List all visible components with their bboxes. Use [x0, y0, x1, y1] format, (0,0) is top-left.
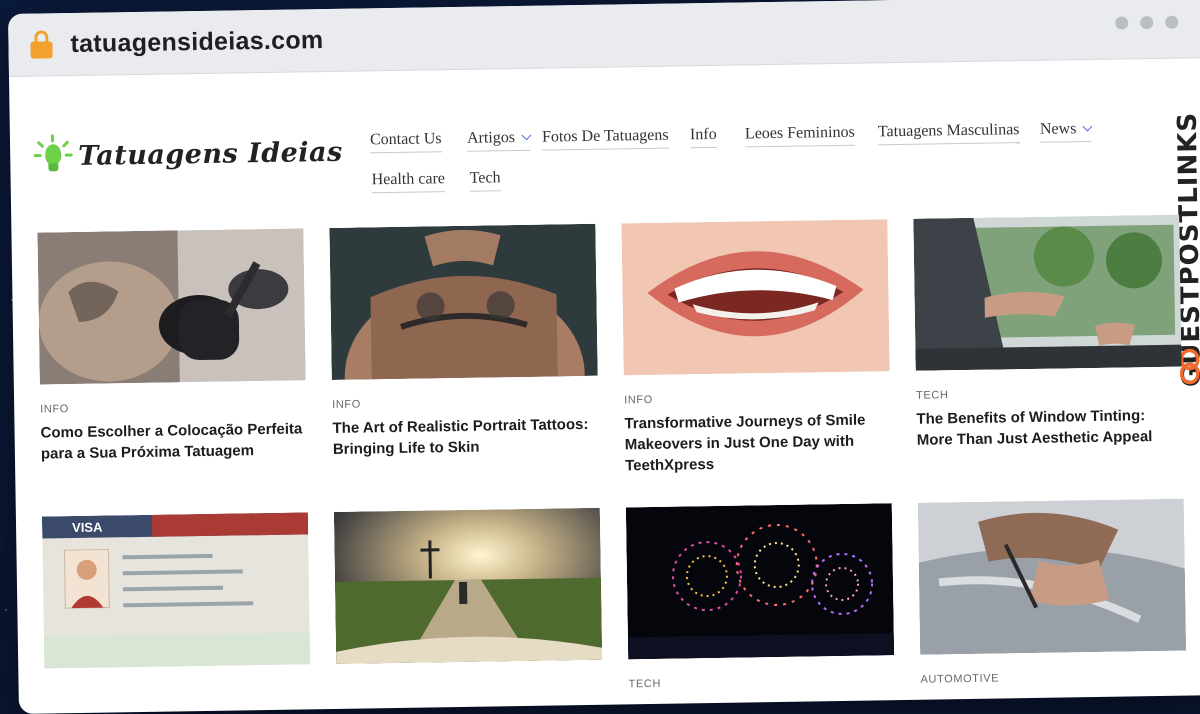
article-image[interactable]	[621, 219, 890, 376]
article-category[interactable]: AUTOMOTIVE	[920, 670, 1186, 686]
window-dot-icon[interactable]	[1165, 15, 1179, 29]
article-card[interactable]: VISA	[41, 512, 311, 687]
logo-text: Tatuagens Ideias	[77, 136, 343, 172]
chevron-down-icon	[1082, 121, 1093, 132]
article-card[interactable]	[333, 507, 603, 683]
article-image[interactable]	[625, 503, 895, 660]
url-text[interactable]: tatuagensideias.com	[70, 26, 323, 59]
nav-label: Leoes Femininos	[744, 123, 855, 143]
article-title[interactable]: The Art of Realistic Portrait Tattoos: B…	[332, 414, 599, 460]
article-category[interactable]: INFO	[40, 399, 306, 415]
nav-label: Tatuagens Masculinas	[877, 121, 1020, 141]
article-image[interactable]	[329, 223, 598, 380]
web-page: Tatuagens Ideias Contact Us Artigos Foto…	[9, 58, 1200, 714]
article-title[interactable]: Transformative Journeys of Smile Makeove…	[624, 409, 891, 476]
nav-item-info[interactable]: Info	[689, 125, 717, 149]
lock-icon	[30, 30, 53, 59]
nav-label: Contact Us	[369, 130, 442, 149]
main-nav: Contact Us Artigos Fotos De Tatuagens In…	[369, 99, 1130, 194]
site-logo[interactable]: Tatuagens Ideias	[33, 130, 343, 179]
article-title[interactable]	[337, 679, 603, 683]
nav-item-tech[interactable]: Tech	[469, 169, 501, 192]
article-card[interactable]: AUTOMOTIVE	[917, 498, 1187, 693]
article-card[interactable]: INFO Transformative Journeys of Smile Ma…	[621, 219, 891, 476]
nav-label: Tech	[469, 169, 501, 187]
svg-text:VISA: VISA	[72, 520, 103, 535]
article-category[interactable]	[45, 683, 311, 687]
nav-item-news[interactable]: News	[1039, 119, 1093, 143]
article-category[interactable]: INFO	[624, 390, 890, 406]
window-controls	[1115, 15, 1179, 30]
window-dot-icon[interactable]	[1115, 16, 1129, 30]
lightbulb-icon	[33, 134, 73, 179]
article-image[interactable]	[333, 507, 603, 664]
nav-label: Fotos De Tatuagens	[541, 126, 669, 146]
nav-item-leoes-femininos[interactable]: Leoes Femininos	[744, 123, 855, 148]
nav-item-artigos[interactable]: Artigos	[466, 128, 532, 152]
article-title[interactable]	[629, 693, 895, 697]
article-card[interactable]: TECH The Benefits of Window Tinting: Mor…	[913, 214, 1183, 451]
article-title[interactable]: The Benefits of Window Tinting: More Tha…	[916, 405, 1183, 451]
nav-item-tatuagens-masculinas[interactable]: Tatuagens Masculinas	[877, 121, 1020, 146]
article-image[interactable]	[37, 228, 306, 385]
nav-label: Artigos	[466, 129, 516, 147]
article-image[interactable]	[913, 214, 1182, 371]
chevron-down-icon	[521, 130, 532, 141]
article-image[interactable]: VISA	[41, 512, 311, 669]
article-image[interactable]	[917, 498, 1187, 655]
article-title[interactable]	[45, 683, 311, 687]
nav-label: Info	[689, 125, 717, 144]
browser-window: tatuagensideias.com Tatuagens Ideias Con…	[8, 0, 1200, 714]
nav-label: Health care	[371, 170, 446, 189]
article-category[interactable]	[337, 679, 603, 683]
window-dot-icon[interactable]	[1140, 16, 1154, 30]
nav-item-health-care[interactable]: Health care	[371, 170, 446, 194]
article-category[interactable]: TECH	[916, 386, 1182, 402]
article-category[interactable]: TECH	[629, 674, 895, 691]
article-title[interactable]: Como Escolher a Colocação Perfeita para …	[40, 418, 307, 464]
nav-item-contact-us[interactable]: Contact Us	[369, 130, 442, 154]
article-category[interactable]: INFO	[332, 395, 598, 411]
nav-item-fotos-de-tatuagens[interactable]: Fotos De Tatuagens	[541, 126, 669, 151]
article-card[interactable]: INFO Como Escolher a Colocação Perfeita …	[37, 228, 307, 464]
article-title[interactable]	[921, 689, 1187, 693]
article-card[interactable]: INFO The Art of Realistic Portrait Tatto…	[329, 223, 599, 460]
nav-label: News	[1039, 120, 1077, 138]
article-card[interactable]: TECH	[625, 503, 895, 697]
